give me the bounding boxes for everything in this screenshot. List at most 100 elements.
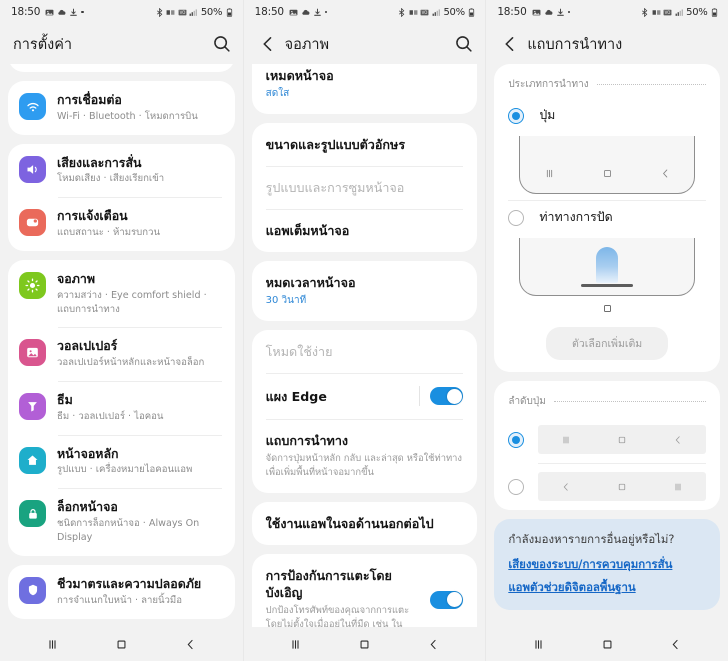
bluetooth-icon (156, 7, 163, 17)
status-right-icons: VO 50% (155, 7, 234, 18)
row-subtitle: แถบสถานะ · ห้ามรบกวน (57, 227, 161, 239)
row-subtitle: รูปแบบ · เครื่องหมายไอคอนแอพ (57, 464, 193, 476)
radio-order-2[interactable] (508, 478, 525, 495)
wifi-calling-icon: VO (178, 9, 187, 15)
row-title: โหมดใช้ง่าย (265, 344, 333, 359)
display-row-screen-mode[interactable]: เหมดหน้าจอ สดใส (252, 64, 478, 114)
image-icon (289, 9, 298, 15)
display-card: การป้องกันการแตะโดยบังเอิญ ปกป้องโทรศัพท… (251, 554, 478, 627)
back-button[interactable] (668, 637, 683, 652)
display-card: หมดเวลาหน้าจอ 30 วินาที (251, 261, 478, 321)
status-time: 18:50 (254, 6, 284, 18)
display-card: ขนาดและรูปแบบตัวอักษร รูปแบบและการซูมหน้… (251, 123, 478, 252)
display-row-font-size[interactable]: ขนาดและรูปแบบตัวอักษร (252, 123, 478, 166)
status-right-icons: VO 50% (397, 7, 476, 18)
radio-order-1[interactable] (508, 431, 525, 448)
tip-link-digital-wellbeing[interactable]: แอพตัวช่วยดิจิตอลพื้นฐาน (508, 579, 706, 597)
display-row-accidental-touch[interactable]: การป้องกันการแตะโดยบังเอิญ ปกป้องโทรศัพท… (252, 554, 478, 627)
cloud-icon (544, 9, 553, 15)
recents-button[interactable] (288, 637, 303, 652)
nav-option-gestures[interactable]: ท่าทางการปัด (494, 201, 720, 234)
display-row-fullscreen-apps[interactable]: แอพเต็มหน้าจอ (252, 209, 478, 252)
bluetooth-icon (399, 7, 405, 17)
edge-panels-toggle[interactable] (430, 387, 464, 405)
dot-icon (324, 10, 328, 14)
settings-row-sounds[interactable]: เสียงและการสั่น โหมดเสียง · เสียงเรียกเข… (8, 144, 235, 198)
signal-icon (675, 8, 683, 16)
wallpaper-icon (19, 339, 46, 367)
nav-option-buttons[interactable]: ปุ่ม (494, 99, 720, 132)
row-description: ปกป้องโทรศัพท์ของคุณจากการแตะโดยไม่ตั้งใ… (265, 605, 410, 627)
back-icon[interactable] (257, 33, 279, 55)
tip-link-sound[interactable]: เสียงของระบบ/การควบคุมการสั่น (508, 556, 706, 574)
dot-icon (567, 10, 571, 14)
home-button[interactable] (114, 637, 129, 652)
settings-row-connections[interactable]: การเชื่อมต่อ Wi-Fi · Bluetooth · โหมดการ… (8, 81, 235, 135)
recents-button[interactable] (45, 637, 60, 652)
accidental-touch-toggle[interactable] (430, 590, 464, 609)
settings-row-themes[interactable]: ธีม ธีม · วอลเปเปอร์ · ไอคอน (8, 381, 235, 435)
settings-row-notifications[interactable]: การแจ้งเตือน แถบสถานะ · ห้ามรบกวน (8, 197, 235, 251)
settings-row-home-screen[interactable]: หน้าจอหลัก รูปแบบ · เครื่องหมายไอคอนแอพ (8, 434, 235, 489)
section-label: ลำดับปุ่ม (508, 396, 546, 407)
system-nav-bar-3 (486, 627, 728, 661)
screen-navigation-bar: 18:50 VO 50% แถบการนำทาง ประเภทการนำทาง … (485, 0, 728, 661)
display-list[interactable]: เหมดหน้าจอ สดใส ขนาดและรูปแบบตัวอักษร รู… (243, 64, 486, 627)
settings-list[interactable]: การเชื่อมต่อ Wi-Fi · Bluetooth · โหมดการ… (0, 64, 243, 627)
download-icon (556, 8, 564, 16)
app-bar-navigation: แถบการนำทาง (486, 24, 728, 64)
more-options-button[interactable]: ตัวเลือกเพิ่มเติม (546, 327, 669, 360)
back-icon[interactable] (499, 33, 521, 55)
display-row-easy-mode[interactable]: โหมดใช้ง่าย (252, 330, 478, 373)
row-subtitle: การจำแนกใบหน้า · ลายนิ้วมือ (57, 594, 183, 606)
search-icon[interactable] (211, 33, 233, 55)
home-button[interactable] (600, 637, 615, 652)
status-time: 18:50 (497, 6, 527, 18)
home-icon (616, 481, 628, 493)
settings-row-wallpaper[interactable]: วอลเปเปอร์ วอลเปเปอร์หน้าหลักและหน้าจอล็… (8, 327, 235, 381)
row-title: รูปแบบและการซูมหน้าจอ (265, 180, 405, 195)
settings-row-biometrics[interactable]: ชีวมาตรและความปลอดภัย การจำแนกใบหน้า · ล… (8, 565, 235, 619)
row-title: เสียงและการสั่น (57, 154, 142, 170)
back-button[interactable] (426, 637, 441, 652)
svg-text:VO: VO (422, 10, 428, 15)
image-icon (532, 9, 541, 15)
gestures-preview (519, 238, 696, 296)
brightness-icon (19, 271, 46, 299)
back-button[interactable] (183, 637, 198, 652)
network-icon (166, 9, 175, 15)
divider (419, 386, 421, 406)
volume-icon (19, 155, 46, 183)
wifi-calling-icon: VO (663, 9, 672, 15)
button-order-option-1[interactable] (494, 416, 720, 463)
battery-icon (469, 7, 475, 17)
settings-row-lock-screen[interactable]: ล็อกหน้าจอ ชนิดการล็อกหน้าจอ · Always On… (8, 488, 235, 556)
row-title: จอภาพ (57, 270, 95, 286)
buttons-preview (519, 136, 696, 194)
radio-gestures[interactable] (508, 209, 525, 226)
display-row-navigation-bar[interactable]: แถบการนำทาง จัดการปุ่มหน้าหลัก กลับ และล… (252, 419, 478, 493)
order-preview-2 (538, 472, 706, 501)
row-title: ธีม (57, 392, 73, 408)
row-title: แถบการนำทาง (265, 433, 349, 448)
preview-back-icon (659, 167, 672, 180)
button-order-option-2[interactable] (494, 463, 720, 510)
status-left-icons (532, 8, 571, 17)
search-icon[interactable] (453, 33, 475, 55)
navigation-settings-list[interactable]: ประเภทการนำทาง ปุ่ม ท่าทางการปัด ตัวเลือ… (486, 64, 728, 627)
row-title: การป้องกันการแตะโดยบังเอิญ (265, 568, 392, 601)
notification-icon (19, 209, 46, 237)
row-title: หน้าจอหลัก (57, 445, 119, 461)
display-row-edge-panels[interactable]: แผง Edge (252, 373, 478, 419)
recents-button[interactable] (531, 637, 546, 652)
display-row-screen-zoom[interactable]: รูปแบบและการซูมหน้าจอ (252, 166, 478, 209)
display-row-continue-apps[interactable]: ใช้งานแอพในจอด้านนอกต่อไป (252, 502, 478, 545)
download-icon (314, 8, 321, 16)
home-button[interactable] (357, 637, 372, 652)
recents-icon (672, 481, 684, 493)
svg-text:VO: VO (665, 10, 671, 15)
network-icon (409, 9, 418, 15)
settings-row-display[interactable]: จอภาพ ความสว่าง · Eye comfort shield · แ… (8, 260, 235, 328)
radio-buttons[interactable] (508, 107, 525, 124)
display-row-screen-timeout[interactable]: หมดเวลาหน้าจอ 30 วินาที (252, 261, 478, 321)
